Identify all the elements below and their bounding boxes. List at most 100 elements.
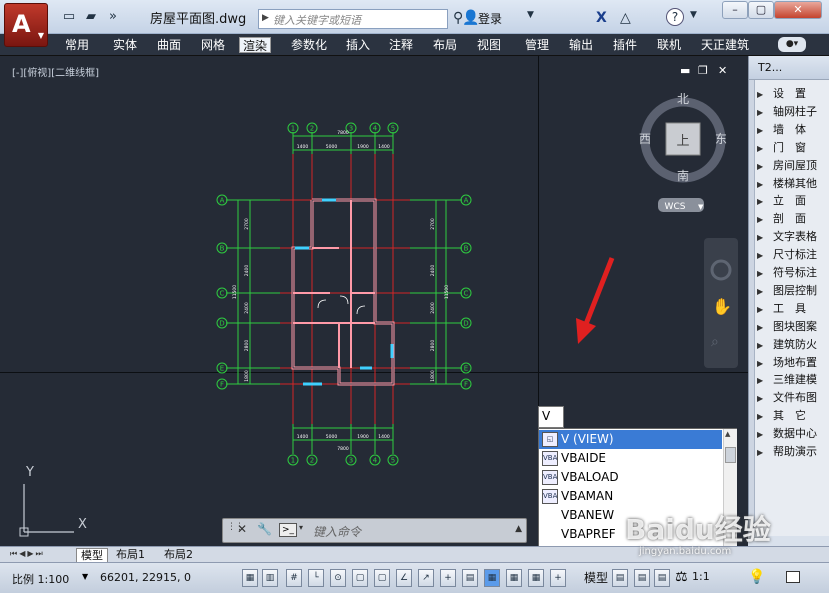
compass-south[interactable]: 南 — [677, 168, 689, 183]
palette-item-19[interactable]: ▶ 数据中心 — [757, 425, 817, 443]
compass-west[interactable]: 西 — [639, 132, 651, 146]
sc-icon[interactable]: ▦ — [528, 569, 544, 587]
compass-east[interactable]: 东 — [715, 132, 727, 146]
ducs-icon[interactable]: ↗ — [418, 569, 434, 587]
palette-item-1[interactable]: ▶ 轴网柱子 — [757, 103, 817, 121]
scroll-up-icon[interactable]: ▲ — [725, 430, 730, 438]
tab-3[interactable]: 网格 — [198, 37, 228, 53]
palette-item-8[interactable]: ▶ 文字表格 — [757, 228, 817, 246]
autocomplete-item[interactable]: VBA VBAMAN — [539, 487, 722, 506]
palette-item-16[interactable]: ▶ 三维建模 — [757, 371, 817, 389]
tab-4[interactable]: 渲染 — [239, 37, 272, 53]
recent-cmd-chevron-icon[interactable]: ▾ — [299, 523, 303, 532]
viewcube-top-face[interactable]: 上 — [676, 134, 689, 149]
tab-11[interactable]: 输出 — [566, 37, 596, 53]
qp-icon[interactable]: ▦ — [506, 569, 522, 587]
palette-item-4[interactable]: ▶ 房间屋顶 — [757, 157, 817, 175]
chevron-down-icon[interactable]: ▼ — [527, 10, 534, 20]
otrack-icon[interactable]: ∠ — [396, 569, 412, 587]
tab-6[interactable]: 插入 — [343, 37, 373, 53]
model-space-button[interactable]: 模型 — [584, 569, 608, 586]
close-cmd-icon[interactable]: ✕ — [237, 522, 247, 536]
tab-5[interactable]: 参数化 — [288, 37, 330, 53]
palette-item-6[interactable]: ▶ 立 面 — [757, 192, 806, 210]
polar-icon[interactable]: ⊙ — [330, 569, 346, 587]
lineweight-icon[interactable]: ▤ — [462, 569, 478, 587]
tab-0[interactable]: 常用 — [62, 37, 92, 53]
layout-tab-1[interactable]: 布局1 — [112, 548, 149, 562]
dyn-icon[interactable]: + — [440, 569, 456, 587]
dynamic-input[interactable]: V — [538, 406, 564, 428]
snap-icon[interactable]: ▦ — [242, 569, 258, 587]
bulb-icon[interactable]: 💡 — [748, 569, 765, 585]
wcs-chevron-icon[interactable]: ▼ — [698, 203, 704, 211]
wcs-menu[interactable]: WCS — [665, 202, 686, 212]
minimize-button[interactable]: – — [722, 1, 748, 19]
palette-item-7[interactable]: ▶ 剖 面 — [757, 210, 806, 228]
palette-item-10[interactable]: ▶ 符号标注 — [757, 264, 817, 282]
palette-grip[interactable] — [749, 80, 755, 536]
prompt-icon[interactable]: >_ — [279, 523, 297, 537]
search-input[interactable]: ▶ 键入关键字或短语 — [258, 9, 448, 29]
annotation-scale[interactable]: 1:1 — [692, 570, 710, 583]
palette-item-20[interactable]: ▶ 帮助演示 — [757, 443, 817, 461]
palette-item-11[interactable]: ▶ 图层控制 — [757, 282, 817, 300]
coordinates[interactable]: 66201, 22915, 0 — [100, 571, 191, 584]
tab-nav-arrows-icon[interactable]: ⏮◀▶⏭ — [10, 549, 45, 559]
compass-north[interactable]: 北 — [677, 92, 689, 106]
transparency-icon[interactable]: ▦ — [484, 569, 500, 587]
palette-item-17[interactable]: ▶ 文件布图 — [757, 389, 817, 407]
tab-2[interactable]: 曲面 — [154, 37, 184, 53]
ribbon-options-icon[interactable]: ●▾ — [778, 37, 806, 52]
clean-screen-icon[interactable] — [786, 571, 800, 583]
palette-item-9[interactable]: ▶ 尺寸标注 — [757, 246, 817, 264]
palette-item-14[interactable]: ▶ 建筑防火 — [757, 336, 817, 354]
drawing-area[interactable]: [-][俯视][二维线框] ▬ ❐ ✕ 上 北 南 东 西 WCS ▼ ✋ ⌕ … — [0, 56, 748, 546]
tab-1[interactable]: 实体 — [110, 37, 140, 53]
cmd-expand-icon[interactable]: ▲ — [515, 524, 522, 534]
grid-icon[interactable]: ▥ — [262, 569, 278, 587]
help-chevron-icon[interactable]: ▼ — [690, 10, 697, 20]
tab-10[interactable]: 管理 — [522, 37, 552, 53]
scale-chevron-icon[interactable]: ▼ — [82, 572, 88, 581]
layout-tab-0[interactable]: 模型 — [76, 548, 108, 562]
login-button[interactable]: 登录 — [478, 10, 502, 27]
annotation-scale-icon[interactable]: ⚖ — [675, 569, 688, 585]
application-menu-button[interactable]: A ▼ — [4, 3, 48, 47]
palette-item-3[interactable]: ▶ 门 窗 — [757, 139, 806, 157]
tab-9[interactable]: 视图 — [474, 37, 504, 53]
maximize-button[interactable]: ▢ — [748, 1, 774, 19]
command-input[interactable]: 键入命令 — [313, 523, 361, 540]
autodesk-a360-icon[interactable]: △ — [620, 10, 631, 26]
tab-8[interactable]: 布局 — [430, 37, 460, 53]
tab-13[interactable]: 联机 — [654, 37, 684, 53]
3dosnap-icon[interactable]: ▢ — [374, 569, 390, 587]
tab-7[interactable]: 注释 — [386, 37, 416, 53]
scale-control[interactable]: 比例 1:100 — [12, 571, 69, 587]
layout-icon[interactable]: ▤ — [612, 569, 628, 587]
more-quick-access-icon[interactable]: » — [104, 9, 122, 25]
pan-hand-icon[interactable]: ✋ — [712, 297, 732, 316]
palette-item-2[interactable]: ▶ 墙 体 — [757, 121, 806, 139]
search-expand-icon[interactable]: ▶ — [262, 13, 269, 23]
layout-tab-2[interactable]: 布局2 — [160, 548, 197, 562]
palette-item-0[interactable]: ▶ 设 置 — [757, 85, 806, 103]
close-button[interactable]: ✕ — [774, 1, 822, 19]
tab-12[interactable]: 插件 — [610, 37, 640, 53]
new-file-icon[interactable]: ▭ — [60, 9, 78, 25]
tab-14[interactable]: 天正建筑 — [698, 37, 752, 53]
quickview-icon[interactable]: ▤ — [634, 569, 650, 587]
grid2-icon[interactable]: # — [286, 569, 302, 587]
exchange-icon[interactable]: X — [596, 10, 607, 26]
help-icon[interactable]: ? — [666, 8, 684, 26]
palette-item-12[interactable]: ▶ 工 具 — [757, 300, 806, 318]
palette-title-bar[interactable]: T2... — [749, 56, 829, 80]
ortho-icon[interactable]: └ — [308, 569, 324, 587]
wrench-icon[interactable]: 🔧 — [257, 522, 272, 536]
palette-item-18[interactable]: ▶ 其 它 — [757, 407, 806, 425]
zoom-icon[interactable]: ⌕ — [711, 334, 719, 350]
quickview2-icon[interactable]: ▤ — [654, 569, 670, 587]
open-folder-icon[interactable]: ▰ — [82, 9, 100, 25]
viewcube[interactable]: 上 北 南 东 西 WCS ▼ — [639, 92, 727, 212]
palette-item-15[interactable]: ▶ 场地布置 — [757, 354, 817, 372]
